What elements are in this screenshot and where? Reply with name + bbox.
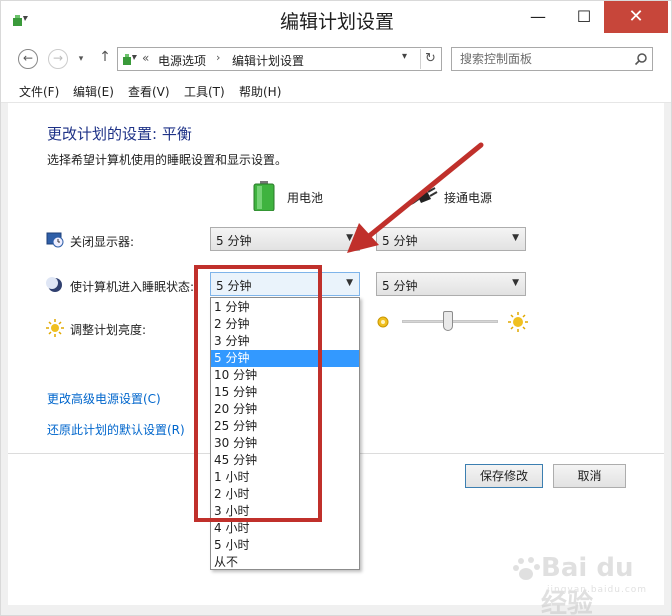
restore-defaults-link[interactable]: 还原此计划的默认设置(R)	[47, 421, 185, 438]
baidu-watermark: Bai du 经验 jingyan.baidu.com	[513, 551, 663, 616]
brightness-slider-thumb[interactable]	[443, 311, 454, 331]
navigation-bar: ← → ▾ ↑ « 电源选项 › 编辑计划设置 ▾ ↻	[1, 39, 671, 79]
sleep-plugged-value: 5 分钟	[382, 279, 418, 293]
forward-button[interactable]: →	[48, 49, 68, 69]
menu-bar: 文件(F) 编辑(E) 查看(V) 工具(T) 帮助(H)	[1, 79, 671, 103]
baidu-paw-icon	[513, 557, 540, 580]
display-battery-value: 5 分钟	[216, 234, 252, 248]
page-title: 更改计划的设置: 平衡	[47, 125, 192, 143]
menu-file[interactable]: 文件(F)	[19, 83, 59, 100]
title-bar: 编辑计划设置 — ☐ ✕	[1, 1, 671, 39]
display-battery-select[interactable]: 5 分钟 ▼	[210, 227, 360, 251]
chevron-right-icon: ›	[216, 51, 221, 64]
window: 编辑计划设置 — ☐ ✕ ← → ▾ ↑ « 电源选项 › 编辑计划设置 ▾ ↻	[0, 0, 672, 616]
display-icon	[46, 232, 64, 248]
dropdown-option[interactable]: 4 小时	[211, 520, 359, 537]
dropdown-option[interactable]: 5 小时	[211, 537, 359, 554]
display-off-label: 关闭显示器:	[70, 235, 135, 249]
dropdown-option[interactable]: 从不	[211, 554, 359, 571]
menu-edit[interactable]: 编辑(E)	[73, 83, 114, 100]
menu-tools[interactable]: 工具(T)	[184, 83, 225, 100]
breadcrumb-power-options[interactable]: 电源选项	[158, 52, 206, 69]
dim-brightness-icon	[377, 316, 389, 328]
brightness-icon	[46, 319, 64, 337]
recent-locations-button[interactable]: ▾	[75, 51, 87, 71]
chevron-down-icon: ▼	[512, 278, 519, 288]
annotation-arrow	[347, 142, 484, 253]
up-button[interactable]: ↑	[95, 49, 115, 69]
maximize-button[interactable]: ☐	[561, 1, 607, 33]
refresh-button[interactable]: ↻	[420, 49, 440, 69]
chevron-down-icon: ▼	[346, 278, 353, 288]
battery-icon	[253, 181, 275, 211]
cancel-button[interactable]: 取消	[553, 464, 626, 488]
breadcrumb-edit-plan[interactable]: 编辑计划设置	[232, 52, 304, 69]
control-panel-icon	[123, 54, 137, 65]
menu-view[interactable]: 查看(V)	[128, 83, 170, 100]
menu-help[interactable]: 帮助(H)	[239, 83, 281, 100]
close-button[interactable]: ✕	[604, 1, 668, 33]
search-icon[interactable]	[634, 52, 648, 66]
battery-column-label: 用电池	[287, 191, 324, 205]
sleep-moon-icon	[46, 277, 62, 292]
watermark-url: jingyan.baidu.com	[547, 585, 648, 595]
annotation-highlight-box	[194, 265, 322, 522]
chevron-down-icon[interactable]: ▾	[402, 51, 407, 62]
page-description: 选择希望计算机使用的睡眠设置和显示设置。	[47, 153, 288, 167]
search-input[interactable]	[452, 48, 632, 70]
search-box	[451, 47, 653, 71]
breadcrumb-separator: «	[142, 51, 150, 65]
brightness-label: 调整计划亮度:	[70, 323, 147, 337]
minimize-button[interactable]: —	[515, 1, 561, 33]
chevron-down-icon: ▼	[512, 233, 519, 243]
address-bar[interactable]: « 电源选项 › 编辑计划设置 ▾ ↻	[117, 47, 442, 71]
advanced-settings-link[interactable]: 更改高级电源设置(C)	[47, 390, 161, 407]
back-button[interactable]: ←	[18, 49, 38, 69]
bright-brightness-icon	[508, 312, 528, 332]
sleep-label: 使计算机进入睡眠状态:	[70, 280, 195, 294]
sleep-plugged-select[interactable]: 5 分钟 ▼	[376, 272, 526, 296]
save-button[interactable]: 保存修改	[465, 464, 543, 488]
